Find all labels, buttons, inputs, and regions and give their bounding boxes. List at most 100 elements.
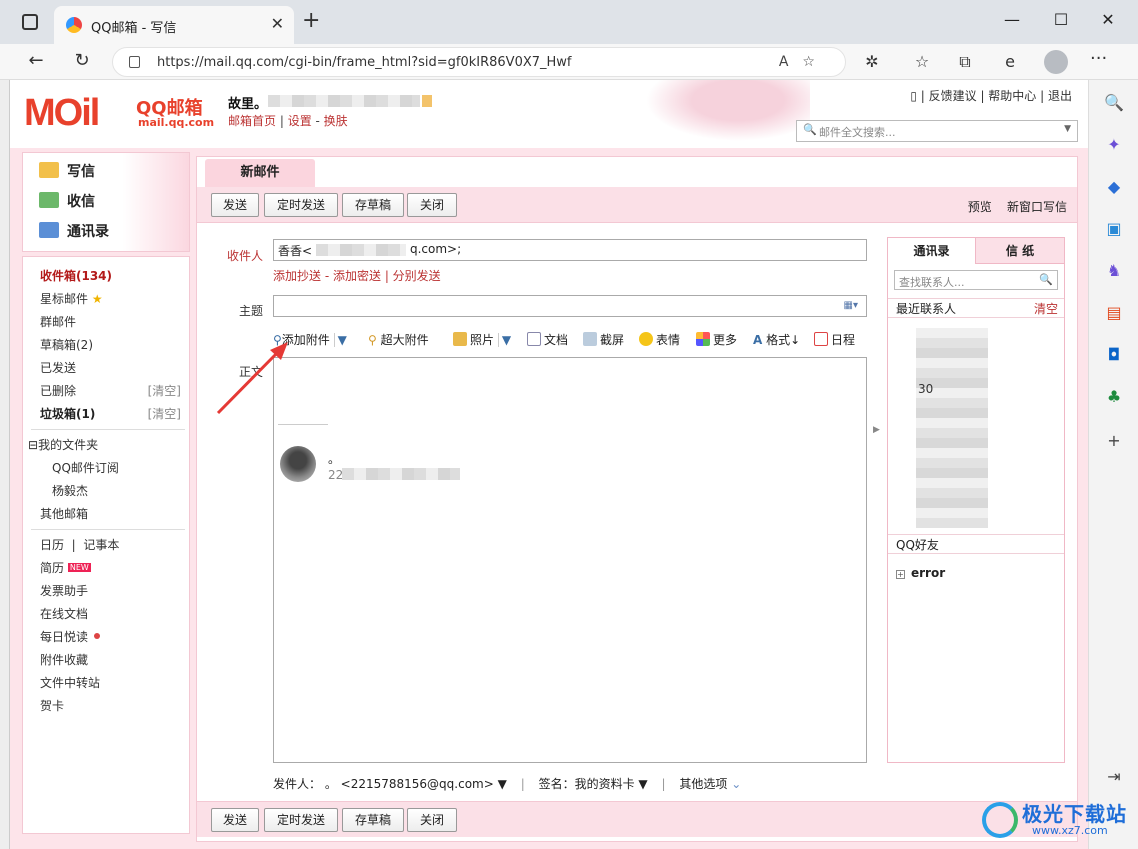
- save-draft-button[interactable]: 存草稿: [342, 193, 404, 217]
- folder-custom[interactable]: 杨毅杰: [52, 482, 88, 499]
- close-button[interactable]: 关闭: [407, 193, 457, 217]
- folder-starred[interactable]: 星标邮件 ★: [40, 290, 103, 307]
- folder-deleted[interactable]: 已删除: [40, 382, 76, 399]
- phone-icon[interactable]: ▯: [910, 89, 917, 103]
- sender-select[interactable]: 。 <2215788156@qq.com>: [325, 777, 494, 791]
- mailbox-home-link[interactable]: 邮箱首页: [228, 114, 276, 128]
- other-mailbox-link[interactable]: 其他邮箱: [40, 505, 88, 522]
- chevron-down-icon[interactable]: ▼: [498, 777, 507, 791]
- new-tab-icon[interactable]: +: [302, 10, 320, 32]
- online-docs-link[interactable]: 在线文档: [40, 605, 88, 622]
- contact-search-input[interactable]: 查找联系人... 🔍: [894, 270, 1058, 290]
- other-options-link[interactable]: 其他选项: [679, 777, 727, 791]
- clear-recent-link[interactable]: 清空: [1034, 299, 1058, 319]
- folder-inbox[interactable]: 收件箱(134): [40, 267, 112, 284]
- folder-qq-subscribe[interactable]: QQ邮件订阅: [52, 459, 119, 476]
- screenshot-button[interactable]: 截屏: [583, 331, 624, 348]
- file-transfer-link[interactable]: 文件中转站: [40, 674, 100, 691]
- emoji-button[interactable]: 表情: [639, 331, 680, 348]
- subject-field[interactable]: ▦▾: [273, 295, 867, 317]
- daily-read-link[interactable]: 每日悦读: [40, 628, 101, 645]
- schedule-button[interactable]: 日程: [814, 331, 855, 348]
- mail-search-input[interactable]: 🔍 邮件全文搜索... ▼: [796, 120, 1078, 142]
- folder-group[interactable]: 群邮件: [40, 313, 76, 330]
- browser-tab[interactable]: QQ邮箱 - 写信 ✕: [54, 6, 294, 44]
- chevron-down-icon[interactable]: ▼: [638, 777, 647, 791]
- tools-icon[interactable]: ▣: [1101, 216, 1127, 242]
- tab-contacts[interactable]: 通讯录: [888, 238, 976, 264]
- add-icon[interactable]: +: [1101, 428, 1127, 454]
- tab-new-mail[interactable]: 新邮件: [205, 159, 315, 187]
- photo-button[interactable]: 照片 ▼: [453, 331, 512, 348]
- back-icon[interactable]: ←: [24, 50, 48, 71]
- body-editor[interactable]: 。 22: [273, 357, 867, 763]
- add-cc-link[interactable]: 添加抄送: [273, 269, 321, 283]
- send-button-bottom[interactable]: 发送: [211, 808, 259, 832]
- calendar-link[interactable]: 日历: [40, 538, 64, 552]
- new-window-link[interactable]: 新窗口写信: [1007, 200, 1067, 214]
- settings-link[interactable]: 设置: [288, 114, 312, 128]
- folder-drafts[interactable]: 草稿箱(2): [40, 336, 93, 353]
- games-icon[interactable]: ♞: [1101, 258, 1127, 284]
- copilot-icon[interactable]: ✦: [1101, 132, 1127, 158]
- preview-link[interactable]: 预览: [968, 200, 992, 214]
- sidebar-collapse-icon[interactable]: ⇥: [1101, 764, 1127, 790]
- feedback-link[interactable]: 反馈建议: [929, 89, 977, 103]
- my-folders-toggle[interactable]: ⊟我的文件夹: [28, 436, 98, 453]
- chevron-down-icon[interactable]: ▼: [333, 333, 347, 347]
- greeting-card-link[interactable]: 贺卡: [40, 697, 64, 714]
- shopping-tag-icon[interactable]: ◆: [1101, 174, 1127, 200]
- add-bcc-link[interactable]: 添加密送: [333, 269, 381, 283]
- minimize-icon[interactable]: —: [997, 10, 1027, 29]
- attachment-favorites-link[interactable]: 附件收藏: [40, 651, 88, 668]
- more-button[interactable]: 更多: [696, 331, 737, 348]
- chevron-down-icon[interactable]: ▼: [497, 333, 512, 347]
- collections-icon[interactable]: ⧉: [953, 52, 977, 72]
- compose-button[interactable]: 写信: [39, 161, 95, 181]
- separate-send-link[interactable]: 分别发送: [393, 269, 441, 283]
- add-attachment-button[interactable]: ⚲添加附件 ▼: [273, 331, 347, 348]
- notebook-link[interactable]: 记事本: [83, 538, 119, 552]
- folder-spam[interactable]: 垃圾箱(1): [40, 405, 95, 422]
- double-chevron-icon[interactable]: ⌄: [731, 777, 741, 791]
- edge-icon[interactable]: e: [998, 52, 1022, 71]
- save-draft-button-bottom[interactable]: 存草稿: [342, 808, 404, 832]
- skin-link[interactable]: 换肤: [324, 114, 348, 128]
- extensions-icon[interactable]: ✲: [860, 52, 884, 71]
- send-button[interactable]: 发送: [211, 193, 259, 217]
- office-icon[interactable]: ▤: [1101, 300, 1127, 326]
- receive-button[interactable]: 收信: [39, 191, 95, 211]
- resume-link[interactable]: 简历 NEW: [40, 559, 91, 576]
- help-link[interactable]: 帮助中心: [988, 89, 1036, 103]
- clear-deleted-link[interactable]: [清空]: [148, 382, 181, 399]
- logout-link[interactable]: 退出: [1048, 89, 1072, 103]
- more-menu-icon[interactable]: ···: [1090, 48, 1107, 69]
- maximize-icon[interactable]: ☐: [1046, 10, 1076, 29]
- favorites-icon[interactable]: ☆: [910, 52, 934, 71]
- qq-friends-header[interactable]: QQ好友: [888, 534, 1064, 554]
- close-button-bottom[interactable]: 关闭: [407, 808, 457, 832]
- outlook-icon[interactable]: ◘: [1101, 342, 1127, 368]
- refresh-icon[interactable]: ↻: [70, 50, 94, 71]
- scheduled-send-button-bottom[interactable]: 定时发送: [264, 808, 338, 832]
- profile-avatar[interactable]: [1044, 50, 1068, 74]
- signature-select[interactable]: 签名：我的资料卡: [539, 777, 635, 791]
- folder-sent[interactable]: 已发送: [40, 359, 76, 376]
- tab-close-icon[interactable]: ✕: [271, 14, 284, 33]
- invoice-link[interactable]: 发票助手: [40, 582, 88, 599]
- window-close-icon[interactable]: ✕: [1093, 10, 1123, 29]
- mail-logo[interactable]: MOil: [24, 92, 100, 135]
- chevron-down-icon[interactable]: ▼: [1064, 124, 1071, 134]
- subject-style-icon[interactable]: ▦▾: [844, 300, 858, 311]
- tab-stationery[interactable]: 信 纸: [976, 238, 1064, 264]
- tree-icon[interactable]: ♣: [1101, 384, 1127, 410]
- read-aloud-and-favorite-icons[interactable]: A☆: [779, 54, 829, 70]
- large-attachment-button[interactable]: ⚲ 超大附件: [368, 331, 429, 348]
- search-icon[interactable]: 🔍: [1101, 90, 1127, 116]
- contacts-button[interactable]: 通讯录: [39, 221, 109, 241]
- format-button[interactable]: A 格式↓: [753, 331, 800, 348]
- contact-group-error[interactable]: + error: [896, 566, 945, 580]
- scheduled-send-button[interactable]: 定时发送: [264, 193, 338, 217]
- recipient-field[interactable]: 香香< q.com>;: [273, 239, 867, 261]
- tab-actions-icon[interactable]: [22, 14, 38, 30]
